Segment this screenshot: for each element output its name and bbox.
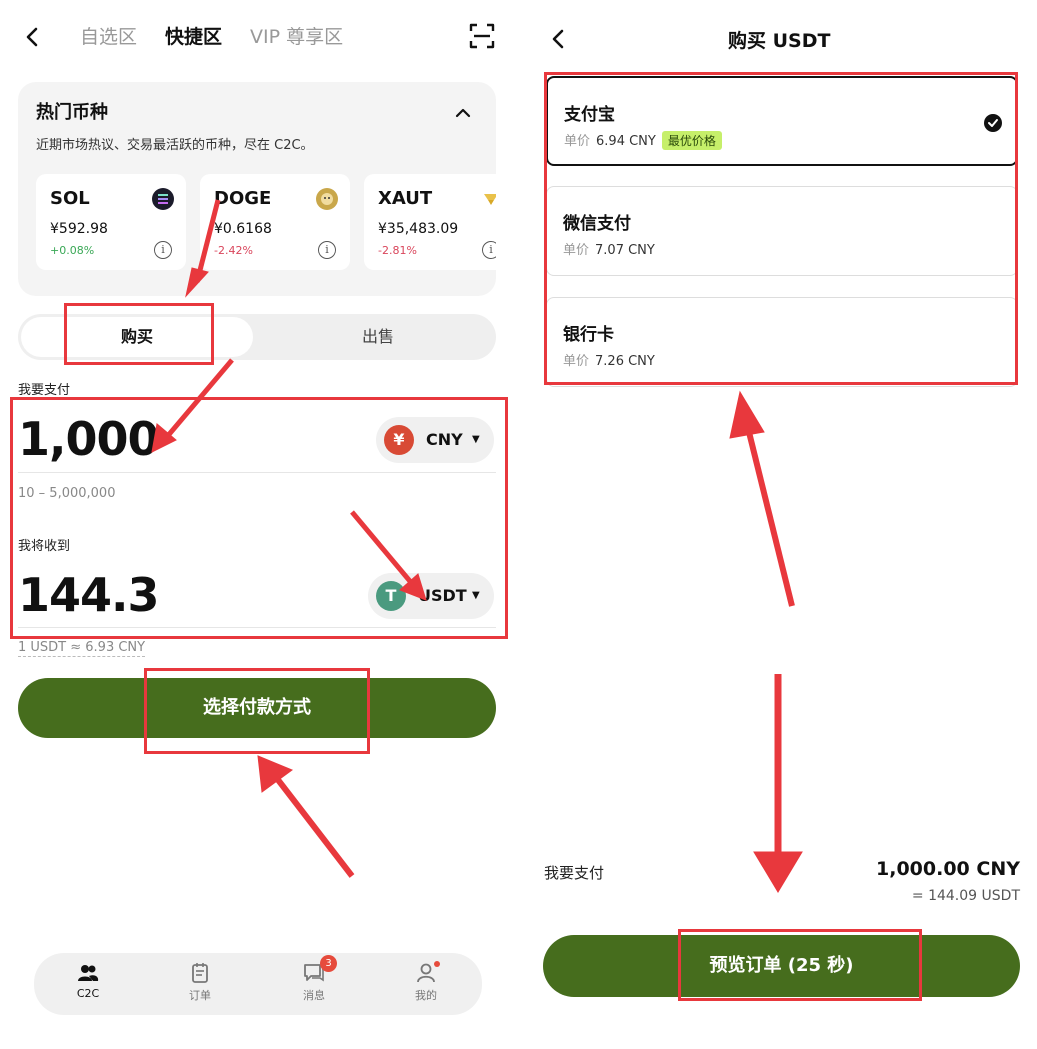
annotation-arrowhead [185, 267, 209, 298]
annotation-arrows [151, 199, 803, 893]
annotation-arrow [350, 510, 416, 588]
annotation-arrow [269, 770, 355, 878]
annotation-arrowhead [753, 851, 803, 893]
annotation-arrowhead [729, 390, 765, 439]
annotation-arrow [743, 419, 795, 607]
annotation-arrowhead [399, 573, 427, 601]
annotation-arrow [164, 358, 234, 440]
